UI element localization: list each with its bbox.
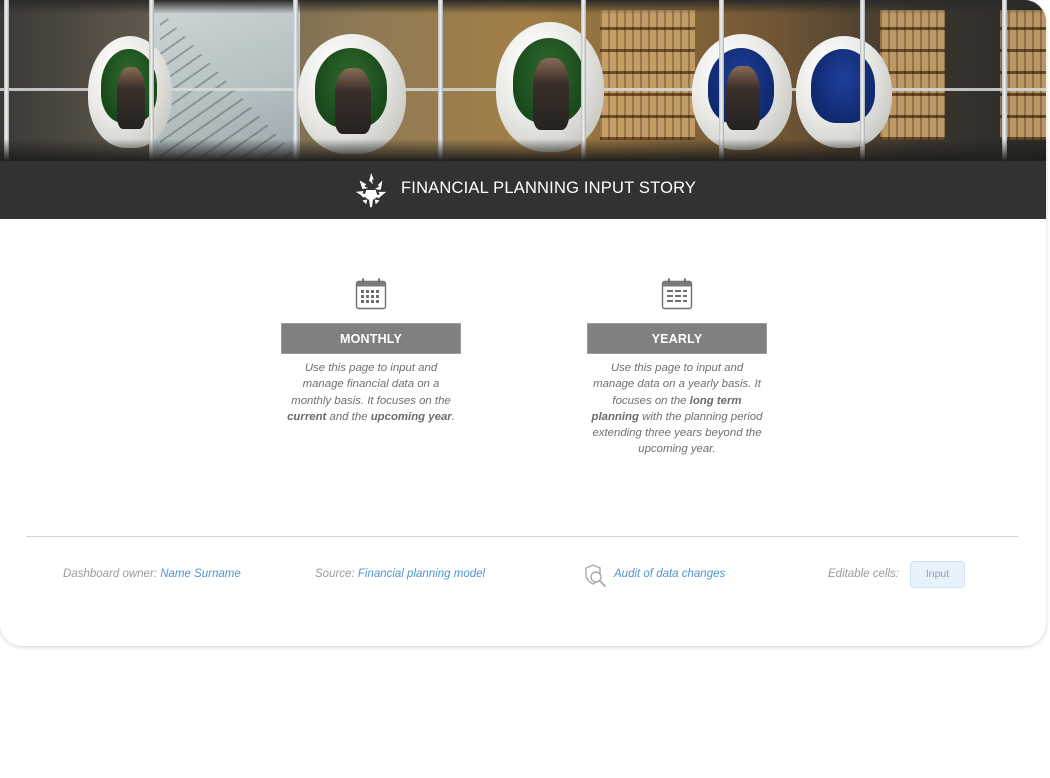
source-label: Source: [315, 568, 355, 580]
description-text: . [451, 410, 455, 423]
yearly-button[interactable]: YEARLY [587, 323, 767, 354]
data-source: Source: Financial planning model [315, 568, 485, 584]
page-title: FINANCIAL PLANNING INPUT STORY [401, 179, 697, 197]
hero-ceiling [0, 0, 1046, 14]
monthly-button[interactable]: MONTHLY [281, 323, 461, 354]
monthly-description: Use this page to input and manage financ… [283, 360, 459, 425]
description-text: and the [326, 410, 371, 423]
hero-photo [0, 0, 1046, 161]
hero-window-frame [860, 0, 865, 161]
hero-floor [0, 139, 1046, 161]
calendar-icon [661, 278, 693, 310]
audit-link[interactable]: Audit of data changes [614, 568, 725, 580]
description-text: Use this page to input and manage financ… [291, 362, 451, 407]
footer-divider [26, 536, 1018, 537]
hero-window-frame [1002, 0, 1007, 161]
university-flame-logo-icon [355, 172, 387, 208]
monthly-option: MONTHLY Use this page to input and manag… [281, 277, 461, 425]
owner-name-link[interactable]: Name Surname [160, 568, 241, 580]
hero-window-frame [719, 0, 724, 161]
title-bar: FINANCIAL PLANNING INPUT STORY [0, 161, 1046, 219]
description-emphasis: upcoming year [370, 410, 452, 423]
hero-pod-chair [692, 34, 792, 150]
calendar-icon [355, 278, 387, 310]
hero-window-frame [438, 0, 443, 161]
description-emphasis: current [287, 410, 327, 423]
hero-window-frame [4, 0, 9, 161]
yearly-description: Use this page to input and manage data o… [589, 360, 765, 458]
hero-pod-chair [796, 36, 892, 148]
owner-label: Dashboard owner: [63, 568, 157, 580]
hero-window-frame [581, 0, 586, 161]
hero-window-frame [149, 0, 154, 161]
hero-pod-chair [88, 36, 172, 148]
hero-pod-chair [496, 22, 604, 152]
source-link[interactable]: Financial planning model [358, 568, 485, 580]
yearly-option: YEARLY Use this page to input and manage… [587, 277, 767, 458]
story-page: FINANCIAL PLANNING INPUT STORY MONTHLY U… [0, 0, 1046, 646]
hero-pod-chair [298, 34, 406, 154]
dashboard-owner: Dashboard owner: Name Surname [63, 568, 241, 584]
hero-bookshelf [600, 10, 695, 140]
input-legend-chip: Input [910, 561, 965, 588]
audit-search-icon[interactable] [582, 563, 608, 589]
editable-cells-label: Editable cells: [828, 568, 899, 580]
hero-window-frame [293, 0, 298, 161]
